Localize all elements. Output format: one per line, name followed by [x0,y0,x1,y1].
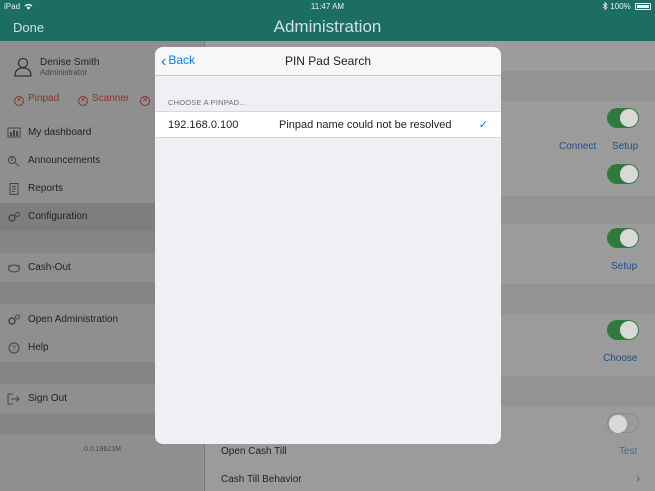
sidebar-item-label: Help [28,342,49,353]
device-pinpad-status[interactable]: ✕ Pinpad [14,93,59,106]
sidebar-item-my-dashboard[interactable]: My dashboard [0,119,155,147]
setting-toggle[interactable] [607,413,639,433]
checkmark-icon: ✓ [478,119,488,131]
device-more-status[interactable]: ✕ [140,93,154,106]
sidebar-item-announcements[interactable]: Announcements [0,147,155,175]
configuration-icon [8,212,20,222]
connect-link[interactable]: Connect [559,141,596,152]
user-name: Denise Smith [40,57,100,68]
device-label: Pinpad [28,93,60,104]
sidebar-divider [0,282,155,304]
setting-toggle[interactable] [607,320,639,340]
dashboard-icon [7,127,21,138]
sign-out-icon [7,393,20,405]
setting-toggle[interactable] [607,164,639,184]
cash-out-icon [8,264,20,273]
status-bar: iPad 11:47 AM 100% [0,0,655,14]
device-label: Scanner [92,93,130,104]
modal-header: ‹ Back PIN Pad Search [155,47,501,76]
sidebar-item-label: Sign Out [28,393,67,404]
help-icon: ? [8,342,20,354]
pin-pad-search-modal: ‹ Back PIN Pad Search CHOOSE A PINPAD... … [155,47,501,444]
pinpad-name: Pinpad name could not be resolved [279,119,452,131]
setup-link[interactable]: Setup [611,261,637,272]
sidebar-item-label: Announcements [28,155,101,166]
sidebar-item-label: Configuration [28,211,88,222]
app-version: 0.0.19621M [84,446,121,453]
user-role: Administrator [40,68,88,77]
disconnected-icon: ✕ [140,96,150,106]
sidebar-item-cash-out[interactable]: Cash-Out [0,254,155,282]
sidebar-item-label: Cash-Out [28,262,71,273]
status-time: 11:47 AM [310,2,345,11]
choose-link[interactable]: Choose [603,353,637,364]
cash-till-behavior-row[interactable]: Cash Till Behavior [221,474,302,485]
disconnected-icon: ✕ [14,96,24,106]
page-title: Administration [273,17,382,36]
setting-toggle[interactable] [607,228,639,248]
status-right: 100% [602,1,651,11]
sidebar-item-reports[interactable]: Reports [0,175,155,203]
open-cash-till-label: Open Cash Till [221,446,287,457]
sidebar-divider [0,413,155,435]
chevron-right-icon: › [636,473,640,485]
test-link[interactable]: Test [619,446,637,457]
setting-toggle[interactable] [607,108,639,128]
sidebar-item-help[interactable]: ? Help [0,334,155,362]
announcements-icon [8,156,20,167]
svg-text:?: ? [12,346,16,353]
disconnected-icon: ✕ [78,96,88,106]
sidebar-item-configuration[interactable]: Configuration [0,203,155,231]
device-scanner-status[interactable]: ✕ Scanner [78,93,129,106]
reports-icon [9,183,19,195]
bluetooth-icon [602,1,608,11]
setup-link[interactable]: Setup [612,141,638,152]
sidebar-item-label: Reports [28,183,64,194]
sidebar-item-label: My dashboard [28,127,92,138]
admin-gear-icon [8,314,20,325]
pinpad-row[interactable]: 192.168.0.100 Pinpad name could not be r… [155,111,501,138]
battery-icon [635,3,651,10]
user-avatar-icon [14,57,32,77]
modal-title: PIN Pad Search [284,54,372,68]
nav-bar: Done Administration [0,14,655,41]
sidebar-item-open-administration[interactable]: Open Administration [0,306,155,334]
sidebar-divider [0,231,155,253]
pinpad-ip: 192.168.0.100 [168,119,239,131]
sidebar-item-sign-out[interactable]: Sign Out [0,385,155,413]
sidebar-item-label: Open Administration [28,314,119,325]
sidebar-divider [0,362,155,384]
battery-percent: 100% [610,2,631,11]
section-header: CHOOSE A PINPAD... [168,98,247,107]
